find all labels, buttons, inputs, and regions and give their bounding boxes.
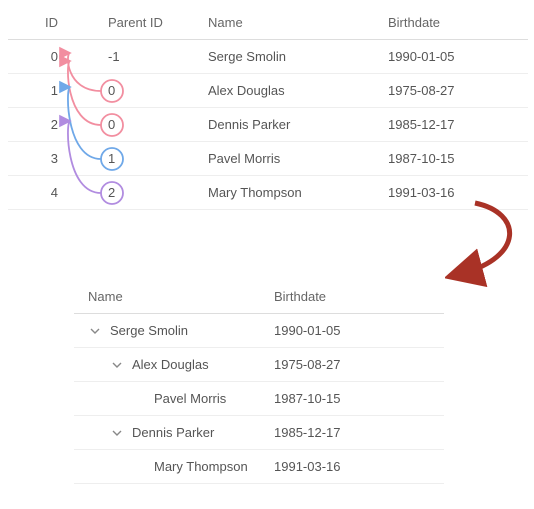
cell-id: 1 — [8, 83, 78, 98]
cell-id: 4 — [8, 185, 78, 200]
tree-cell-birthdate: 1991-03-16 — [274, 459, 444, 474]
tree-cell-birthdate: 1985-12-17 — [274, 425, 444, 440]
cell-name: Dennis Parker — [198, 117, 378, 132]
tree-cell-name: Pavel Morris — [74, 391, 274, 406]
tree-cell-birthdate: 1990-01-05 — [274, 323, 444, 338]
tree-row: Dennis Parker 1985-12-17 — [74, 416, 444, 450]
tree-row: Alex Douglas 1975-08-27 — [74, 348, 444, 382]
cell-id: 2 — [8, 117, 78, 132]
table-row: 1 0 Alex Douglas 1975-08-27 — [8, 74, 528, 108]
chevron-down-icon[interactable] — [110, 426, 124, 440]
transform-arrow-path — [463, 203, 510, 273]
cell-birthdate: 1985-12-17 — [378, 117, 528, 132]
cell-name: Alex Douglas — [198, 83, 378, 98]
tree-cell-name-label: Pavel Morris — [154, 391, 226, 406]
cell-name: Serge Smolin — [198, 49, 378, 64]
cell-birthdate: 1975-08-27 — [378, 83, 528, 98]
chevron-down-icon[interactable] — [110, 358, 124, 372]
cell-name: Mary Thompson — [198, 185, 378, 200]
tree-table: Name Birthdate Serge Smolin 1990-01-05 Ale… — [74, 280, 444, 484]
tree-cell-birthdate: 1987-10-15 — [274, 391, 444, 406]
tree-cell-name: Alex Douglas — [74, 357, 274, 372]
cell-parent-id: -1 — [78, 49, 198, 64]
flat-table: ID Parent ID Name Birthdate 0 -1 Serge S… — [8, 6, 528, 210]
tree-row: Serge Smolin 1990-01-05 — [74, 314, 444, 348]
cell-birthdate: 1987-10-15 — [378, 151, 528, 166]
tree-cell-birthdate: 1975-08-27 — [274, 357, 444, 372]
table-row: 4 2 Mary Thompson 1991-03-16 — [8, 176, 528, 210]
col-birthdate: Birthdate — [378, 15, 528, 30]
transform-arrow-icon — [445, 195, 534, 295]
cell-parent-id: 1 — [78, 151, 198, 166]
tree-cell-name-label: Alex Douglas — [132, 357, 209, 372]
tree-cell-name-label: Dennis Parker — [132, 425, 214, 440]
cell-birthdate: 1990-01-05 — [378, 49, 528, 64]
table-row: 0 -1 Serge Smolin 1990-01-05 — [8, 40, 528, 74]
tree-table-header: Name Birthdate — [74, 280, 444, 314]
table-row: 3 1 Pavel Morris 1987-10-15 — [8, 142, 528, 176]
col-name-label: Name — [88, 289, 123, 304]
col-birthdate: Birthdate — [274, 289, 444, 304]
cell-birthdate: 1991-03-16 — [378, 185, 528, 200]
flat-table-header: ID Parent ID Name Birthdate — [8, 6, 528, 40]
cell-name: Pavel Morris — [198, 151, 378, 166]
cell-parent-id: 0 — [78, 83, 198, 98]
cell-id: 0 — [8, 49, 78, 64]
tree-row: Pavel Morris 1987-10-15 — [74, 382, 444, 416]
col-name: Name — [74, 289, 274, 304]
col-parent-id: Parent ID — [78, 15, 198, 30]
tree-cell-name: Serge Smolin — [74, 323, 274, 338]
cell-parent-id: 2 — [78, 185, 198, 200]
tree-cell-name: Mary Thompson — [74, 459, 274, 474]
tree-row: Mary Thompson 1991-03-16 — [74, 450, 444, 484]
table-row: 2 0 Dennis Parker 1985-12-17 — [8, 108, 528, 142]
col-name: Name — [198, 15, 378, 30]
chevron-down-icon[interactable] — [88, 324, 102, 338]
cell-id: 3 — [8, 151, 78, 166]
col-id: ID — [8, 15, 78, 30]
tree-cell-name-label: Serge Smolin — [110, 323, 188, 338]
tree-cell-name-label: Mary Thompson — [154, 459, 248, 474]
tree-cell-name: Dennis Parker — [74, 425, 274, 440]
cell-parent-id: 0 — [78, 117, 198, 132]
